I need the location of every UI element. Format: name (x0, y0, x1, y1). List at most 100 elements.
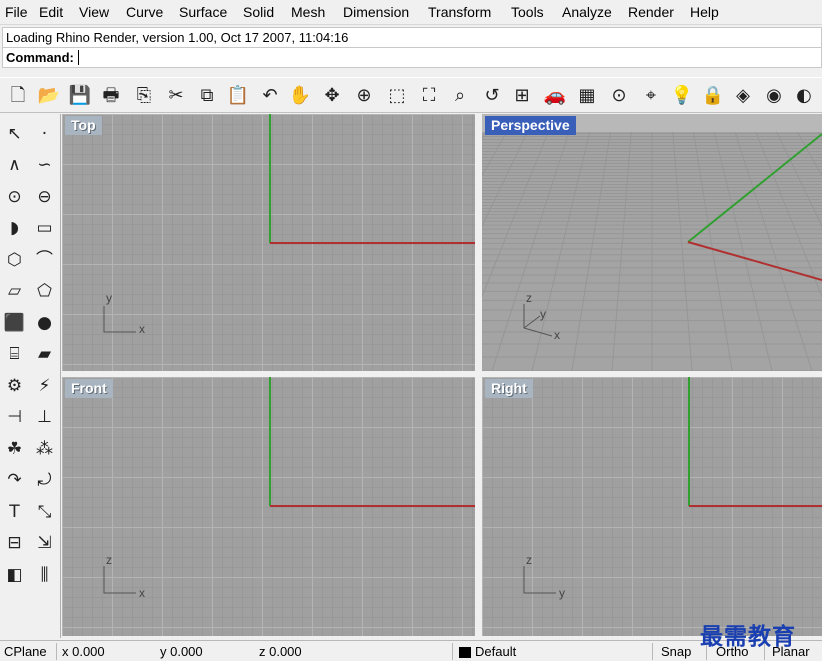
grid-line (651, 132, 822, 371)
axis-label-x: x (554, 328, 560, 342)
arc-icon[interactable]: ◗ (1, 215, 28, 243)
point-icon[interactable]: · (31, 120, 58, 148)
lock-icon[interactable]: 🔒 (699, 82, 727, 110)
grid-line (482, 132, 653, 371)
grid-line (651, 132, 822, 371)
status-layer[interactable]: Default (475, 644, 516, 659)
rectangle-icon[interactable]: ▭ (31, 215, 58, 243)
menu-dimension[interactable]: Dimension (343, 4, 409, 21)
menu-edit[interactable]: Edit (39, 4, 63, 21)
transform-icon[interactable]: ⇲ (31, 530, 58, 558)
circle-icon[interactable]: ⊙ (1, 183, 28, 211)
cut-icon[interactable]: ✂ (162, 82, 190, 110)
command-input[interactable] (78, 50, 678, 65)
polyline-icon[interactable]: ∧ (1, 152, 28, 180)
select-icon[interactable]: ↖ (1, 120, 28, 148)
menu-surface[interactable]: Surface (179, 4, 227, 21)
analyze-icon[interactable]: ⫼ (31, 561, 58, 589)
viewport-top[interactable]: y x Top (62, 114, 475, 371)
menu-tools[interactable]: Tools (511, 4, 544, 21)
menu-analyze[interactable]: Analyze (562, 4, 612, 21)
status-cplane[interactable]: CPlane (4, 644, 47, 659)
zoom-window-icon[interactable]: ⬚ (383, 82, 411, 110)
text-icon[interactable]: T (1, 498, 28, 526)
import-icon[interactable]: ⎘ (130, 82, 158, 110)
grid-line (651, 132, 822, 371)
array-icon[interactable]: ⊟ (1, 530, 28, 558)
grid-line (651, 132, 822, 371)
box-icon[interactable]: ⬛ (1, 309, 28, 337)
save-icon[interactable]: 💾 (66, 82, 94, 110)
viewport-title-perspective[interactable]: Perspective (485, 116, 576, 135)
grid-line (482, 132, 653, 371)
grid-line (651, 132, 822, 371)
open-icon[interactable]: 📂 (35, 82, 63, 110)
command-label: Command: (6, 50, 74, 65)
print-icon[interactable]: 🖶 (97, 82, 125, 110)
sphere-icon[interactable]: ● (31, 309, 58, 337)
group-icon[interactable]: ⁂ (31, 435, 58, 463)
zoom-selected-icon[interactable]: ⌕ (446, 82, 474, 110)
polygon-icon[interactable]: ⬡ (1, 246, 28, 274)
rotate-view-icon[interactable]: ✥ (318, 82, 346, 110)
zoom-extents-icon[interactable]: ⛶ (415, 82, 443, 110)
viewport-front[interactable]: z x Front (62, 377, 475, 636)
grid-line (482, 132, 653, 371)
zoom-dynamic-icon[interactable]: ⊕ (350, 82, 378, 110)
four-viewports-icon[interactable]: ⊞ (508, 82, 536, 110)
status-divider (452, 643, 453, 660)
fillet-icon[interactable]: ⌒ (31, 246, 58, 274)
rotate-icon[interactable]: ⤾ (31, 467, 58, 495)
trim-icon[interactable]: ⊣ (1, 404, 28, 432)
render-grid-icon[interactable]: ▦ (573, 82, 601, 110)
solid-tools-icon[interactable]: ◧ (1, 561, 28, 589)
viewport-title-top[interactable]: Top (65, 116, 102, 135)
copy-icon[interactable]: ⧉ (193, 82, 221, 110)
menu-view[interactable]: View (79, 4, 109, 21)
color-wheel-icon[interactable]: ◉ (760, 82, 788, 110)
menu-curve[interactable]: Curve (126, 4, 163, 21)
move-icon[interactable]: ↷ (1, 467, 28, 495)
render-icon[interactable]: 🚗 (541, 82, 569, 110)
mesh-plane-icon[interactable]: ▰ (31, 341, 58, 369)
object-snap-icon[interactable]: ⌖ (637, 82, 665, 110)
grid-line (482, 132, 653, 371)
curve-icon[interactable]: ∽ (31, 152, 58, 180)
snap-toggle[interactable]: Snap (661, 644, 691, 659)
menu-mesh[interactable]: Mesh (291, 4, 325, 21)
grid-line (651, 132, 822, 371)
surface-points-icon[interactable]: ▱ (1, 278, 28, 306)
render-sphere-icon[interactable]: ◐ (790, 82, 818, 110)
explode-icon[interactable]: ⚡ (31, 372, 58, 400)
gear-icon[interactable]: ⚙ (1, 372, 28, 400)
axis-label-z: z (526, 291, 532, 305)
pan-icon[interactable]: ✋ (286, 82, 314, 110)
main-toolbar: ↖ · ∧ ∽ ⊙ ⊖ ◗ ▭ ⬡ ⌒ ▱ ⬠ ⬛ ● ⌸ ▰ ⚙ ⚡ ⊣ ⊥ ☘ ⁂ ↷ ⤾ T ⤡ ⊟ ⇲ ◧ ⫼ (0, 114, 61, 638)
viewport-title-right[interactable]: Right (485, 379, 533, 398)
undo-icon[interactable]: ↶ (256, 82, 284, 110)
ellipse-icon[interactable]: ⊖ (31, 183, 58, 211)
viewport-title-front[interactable]: Front (65, 379, 113, 398)
menu-render[interactable]: Render (628, 4, 674, 21)
menu-help[interactable]: Help (690, 4, 719, 21)
surface-edge-icon[interactable]: ⬠ (31, 278, 58, 306)
split-icon[interactable]: ⊥ (31, 404, 58, 432)
layer-color-swatch[interactable] (459, 647, 471, 658)
viewport-right[interactable]: z y Right (482, 377, 822, 636)
properties-icon[interactable]: ◈ (729, 82, 757, 110)
boolean-icon[interactable]: ☘ (1, 435, 28, 463)
select-points-icon[interactable]: ⊙ (605, 82, 633, 110)
grid-line (482, 132, 653, 371)
command-history: Loading Rhino Render, version 1.00, Oct … (2, 27, 822, 47)
menu-file[interactable]: File (5, 4, 28, 21)
viewport-perspective[interactable]: z y x Perspective (482, 114, 822, 371)
menu-transform[interactable]: Transform (428, 4, 491, 21)
new-icon[interactable]: 🗋 (4, 82, 32, 110)
light-icon[interactable]: 💡 (668, 82, 696, 110)
undo-view-icon[interactable]: ↺ (478, 82, 506, 110)
perspective-grid: z y x (482, 114, 822, 371)
menu-solid[interactable]: Solid (243, 4, 274, 21)
cylinder-icon[interactable]: ⌸ (1, 341, 28, 369)
dimension-icon[interactable]: ⤡ (31, 498, 58, 526)
paste-icon[interactable]: 📋 (224, 82, 252, 110)
